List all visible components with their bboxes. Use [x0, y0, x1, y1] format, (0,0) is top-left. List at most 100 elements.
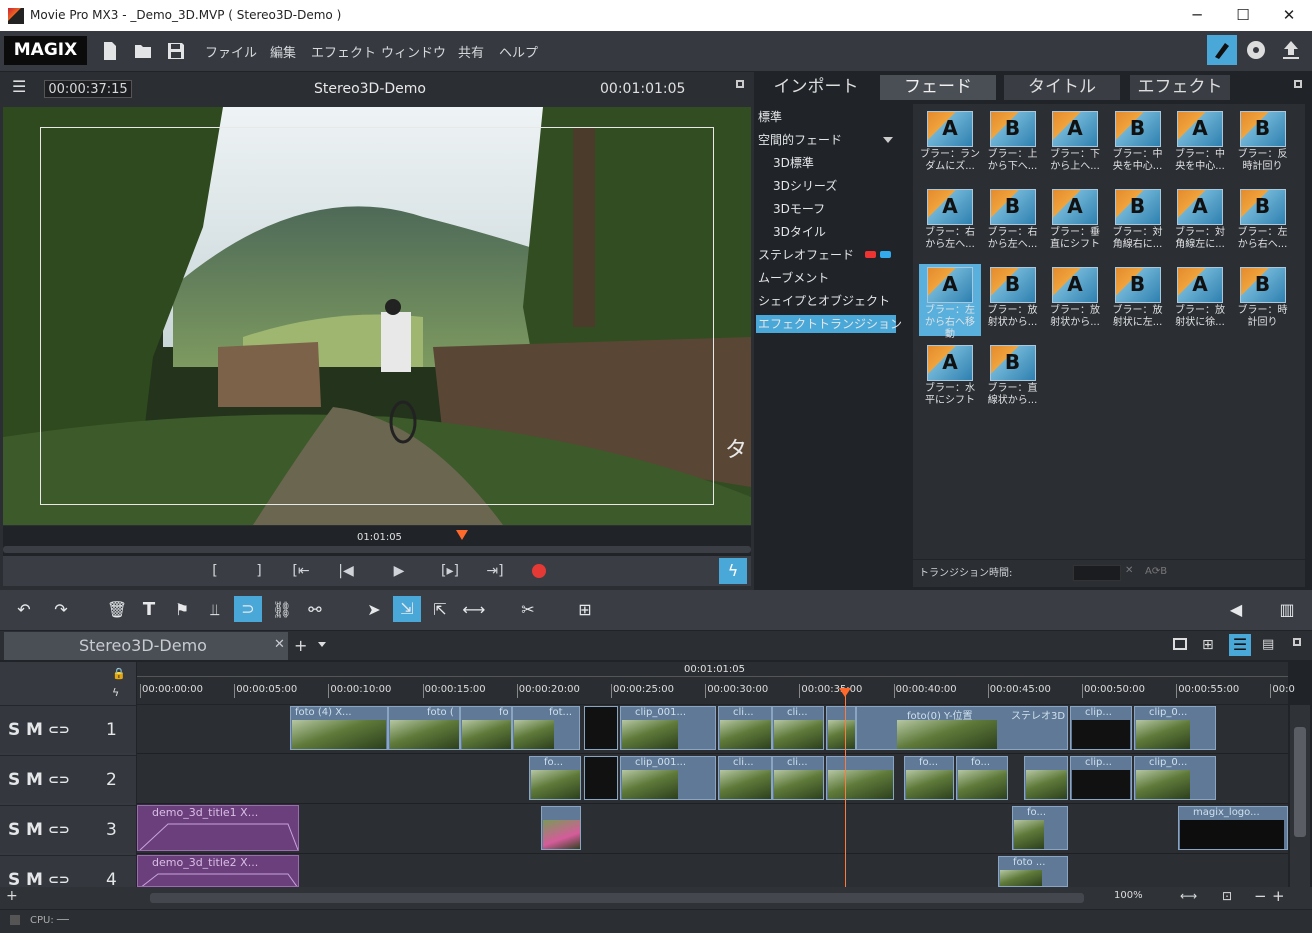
tab-import[interactable]: インポート: [758, 75, 874, 100]
tree-item-stereo-fade[interactable]: ステレオフェード: [758, 246, 854, 264]
tree-item-3d-morph[interactable]: 3Dモーフ: [773, 200, 825, 218]
mark-out-button[interactable]: ]: [248, 560, 270, 582]
transition-thumbnail[interactable]: B ブラー：直 線状から...: [982, 342, 1044, 406]
timeline-playhead[interactable]: [845, 688, 846, 887]
mark-in-button[interactable]: [: [204, 560, 226, 582]
scroll-thumb[interactable]: [1294, 727, 1306, 837]
transition-thumbnail[interactable]: A ブラー：放 射状に徐...: [1169, 264, 1231, 328]
tree-item-effect-transition[interactable]: エフェクトトランジション: [756, 315, 902, 333]
track-lock-icon[interactable]: ⊂⊃: [48, 773, 70, 788]
mixer-icon[interactable]: ▥: [1275, 597, 1299, 623]
mute-button[interactable]: M: [26, 820, 43, 840]
tree-item-spatial[interactable]: 空間的フェード: [758, 131, 842, 149]
menu-file[interactable]: ファイル: [205, 42, 257, 61]
tab-dropdown-icon[interactable]: [318, 642, 326, 647]
horizontal-scrollbar[interactable]: [150, 893, 1084, 903]
timeline-clip[interactable]: clip_0...: [1134, 756, 1216, 800]
transition-thumbnail[interactable]: B ブラー：右 から左へ...: [982, 186, 1044, 250]
lightning-button[interactable]: ϟ: [719, 558, 747, 584]
zoom-fit-icon[interactable]: ⟷: [1180, 889, 1197, 903]
menu-window[interactable]: ウィンドウ: [381, 42, 446, 61]
title-text-icon[interactable]: T: [137, 597, 161, 623]
zoom-selection-icon[interactable]: ⊡: [1222, 889, 1232, 903]
timeline-clip[interactable]: fo: [460, 706, 512, 750]
save-icon[interactable]: [167, 41, 185, 61]
upload-icon[interactable]: [1281, 39, 1301, 61]
unlink-icon[interactable]: ⚯: [303, 597, 327, 623]
close-button[interactable]: ✕: [1266, 0, 1312, 31]
timeline-clip[interactable]: fo...: [904, 756, 954, 800]
transition-thumbnail[interactable]: A ブラー：下 から上へ...: [1044, 108, 1106, 172]
transition-thumbnail[interactable]: A ブラー：中 央を中心...: [1169, 108, 1231, 172]
record-button[interactable]: [528, 560, 550, 582]
transition-thumbnail[interactable]: B ブラー：上 から下へ...: [982, 108, 1044, 172]
timeline-clip[interactable]: [584, 756, 618, 800]
arrangement-tab[interactable]: Stereo3D-Demo ✕: [4, 632, 288, 660]
new-file-icon[interactable]: [101, 41, 119, 61]
tree-item-standard[interactable]: 標準: [758, 108, 782, 126]
timeline-clip[interactable]: clip_001...: [620, 706, 716, 750]
track-lock-icon[interactable]: ⊂⊃: [48, 823, 70, 838]
timeline-clip[interactable]: [826, 706, 856, 750]
tree-item-movement[interactable]: ムーブメント: [758, 269, 829, 287]
mute-button[interactable]: M: [26, 770, 43, 790]
timeline-clip[interactable]: clip_0...: [1134, 706, 1216, 750]
tab-effect[interactable]: エフェクト: [1130, 75, 1230, 100]
magnet-icon[interactable]: ⊃: [234, 596, 262, 622]
transition-thumbnail[interactable]: A ブラー：右 から左へ...: [919, 186, 981, 250]
layout-grid-icon[interactable]: ⊞: [1202, 637, 1214, 653]
delete-icon[interactable]: 🗑: [105, 597, 129, 623]
menu-help[interactable]: ヘルプ: [499, 42, 538, 61]
title-clip[interactable]: demo_3d_title2 X...: [137, 855, 299, 887]
timeline-clip[interactable]: foto (: [388, 706, 460, 750]
solo-button[interactable]: S: [8, 770, 20, 790]
hamburger-menu-icon[interactable]: ☰: [12, 79, 28, 96]
timeline-clip[interactable]: clip...: [1070, 756, 1132, 800]
zoom-out-icon[interactable]: −: [1254, 887, 1267, 905]
goto-in-button[interactable]: [⇤: [290, 560, 312, 582]
timeline-clip[interactable]: clip_001...: [620, 756, 716, 800]
transition-thumbnail[interactable]: A ブラー：ラン ダムにズ...: [919, 108, 981, 172]
menu-share[interactable]: 共有: [458, 42, 484, 61]
redo-icon[interactable]: ↷: [49, 597, 73, 623]
split-icon[interactable]: ⫫: [203, 597, 227, 623]
solo-button[interactable]: S: [8, 820, 20, 840]
timeline-clip[interactable]: [826, 756, 894, 800]
layout-single-icon[interactable]: [1173, 638, 1187, 650]
timeline-clip[interactable]: cli...: [772, 706, 824, 750]
marker-flag-icon[interactable]: ⚑: [170, 597, 194, 623]
previous-button[interactable]: |◀: [335, 560, 357, 582]
transition-thumbnail[interactable]: B ブラー：時 計回り: [1232, 264, 1294, 328]
pointer-icon[interactable]: ➤: [362, 597, 386, 623]
timeline-clip[interactable]: fo...: [1012, 806, 1068, 850]
preview-timecode-current[interactable]: 00:00:37:15: [44, 80, 132, 98]
timeline-clip[interactable]: clip...: [1070, 706, 1132, 750]
timeline-clip[interactable]: fot...: [512, 706, 580, 750]
play-button[interactable]: ▶: [388, 560, 410, 582]
zoom-in-icon[interactable]: +: [1272, 887, 1285, 905]
timeline-clip[interactable]: foto (4) X...: [290, 706, 388, 750]
timeline-clip[interactable]: foto ...: [998, 856, 1068, 887]
transition-thumbnail[interactable]: B ブラー：中 央を中心...: [1107, 108, 1169, 172]
track-lock-icon[interactable]: ⊂⊃: [48, 723, 70, 738]
layout-storyboard-icon[interactable]: ▤: [1262, 637, 1274, 652]
add-tab-icon[interactable]: +: [294, 636, 307, 655]
maximize-timeline-icon[interactable]: [1293, 638, 1301, 646]
transition-thumbnail[interactable]: A ブラー：放 射状から...: [1044, 264, 1106, 328]
cut-icon[interactable]: ✂: [516, 597, 540, 623]
vertical-scrollbar[interactable]: [1290, 705, 1310, 887]
tree-item-3d-series[interactable]: 3Dシリーズ: [773, 177, 837, 195]
layout-timeline-icon[interactable]: ☰: [1229, 634, 1251, 656]
select-mode-icon[interactable]: ⇲: [393, 596, 421, 622]
playhead-handle[interactable]: [839, 688, 851, 697]
chevron-down-icon[interactable]: [883, 137, 893, 143]
transition-thumbnail[interactable]: B ブラー：左 から右へ...: [1232, 186, 1294, 250]
maximize-preview-icon[interactable]: [736, 80, 744, 88]
select-range-icon[interactable]: ⇱: [428, 597, 452, 623]
undo-icon[interactable]: ↶: [12, 597, 36, 623]
solo-button[interactable]: S: [8, 720, 20, 740]
close-tab-icon[interactable]: ✕: [274, 637, 285, 652]
add-track-icon[interactable]: +: [6, 888, 18, 904]
preview-scrubber[interactable]: 01:01:05: [3, 526, 751, 556]
tab-fade[interactable]: フェード: [880, 75, 996, 100]
